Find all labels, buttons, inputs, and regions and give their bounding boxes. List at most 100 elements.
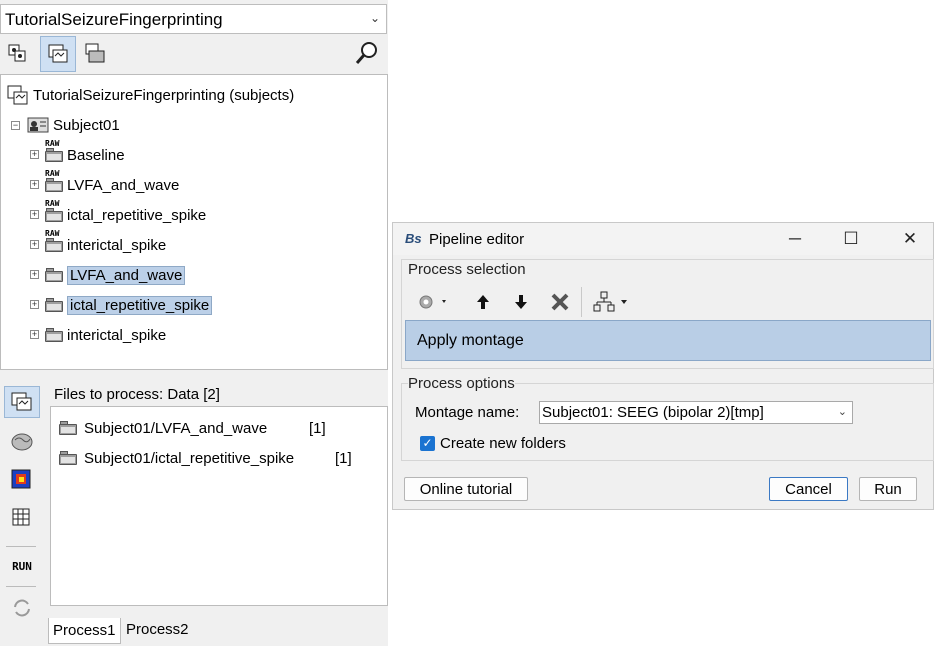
divider: [6, 586, 36, 587]
raw-tag: RAW: [45, 169, 60, 178]
studies-view-icon: [85, 43, 105, 63]
raw-tag: RAW: [45, 229, 60, 238]
tree-condition-item[interactable]: LVFA_and_wave: [45, 263, 186, 287]
create-folders-checkbox[interactable]: ✓: [420, 436, 435, 451]
folder-icon: [45, 298, 63, 312]
expand-icon[interactable]: +: [30, 180, 39, 189]
timefreq-filter-button[interactable]: [4, 464, 40, 496]
expand-icon[interactable]: +: [30, 330, 39, 339]
raw-tag: RAW: [45, 139, 60, 148]
sources-filter-button[interactable]: [4, 426, 40, 458]
pipeline-tree-icon: [593, 291, 627, 312]
expand-icon[interactable]: +: [30, 210, 39, 219]
recordings-filter-button[interactable]: [4, 386, 40, 418]
montage-name-dropdown[interactable]: Subject01: SEEG (bipolar 2)[tmp] ⌄: [539, 401, 853, 424]
tree-condition-item[interactable]: RAW LVFA_and_wave: [45, 169, 180, 197]
folder-icon: [59, 421, 77, 435]
subject-icon: [27, 117, 49, 133]
run-button[interactable]: RUN: [4, 550, 40, 582]
collapse-icon[interactable]: −: [11, 121, 20, 130]
arrow-up-icon: [477, 295, 489, 309]
expand-icon[interactable]: +: [30, 270, 39, 279]
move-down-button[interactable]: [509, 290, 533, 314]
brainstorm-main-panel: TutorialSeizureFingerprinting ⌄ Tutorial…: [0, 0, 388, 646]
file-count: [1]: [309, 419, 326, 437]
process-options-label: Process options: [408, 375, 515, 392]
minimize-button[interactable]: ─: [775, 227, 815, 251]
tree-subject-label: Subject01: [53, 116, 120, 134]
chevron-down-icon: ⌄: [837, 406, 847, 418]
selected-process-item[interactable]: Apply montage: [417, 332, 524, 350]
files-to-process-list[interactable]: Subject01/LVFA_and_wave [1] Subject01/icta…: [50, 406, 388, 606]
tree-condition-label: ictal_repetitive_spike: [67, 206, 207, 224]
studies-view-button[interactable]: [80, 38, 110, 68]
tree-condition-label: interictal_spike: [67, 326, 167, 344]
tab-process2[interactable]: Process2: [122, 617, 193, 641]
subjects-view-button[interactable]: [4, 38, 34, 68]
move-up-button[interactable]: [471, 290, 495, 314]
close-button[interactable]: ✕: [890, 227, 930, 251]
tree-condition-label: Baseline: [67, 146, 125, 164]
tree-condition-label: LVFA_and_wave: [67, 265, 186, 285]
process-selection-label: Process selection: [408, 261, 526, 278]
folder-icon: [45, 328, 63, 342]
functional-view-icon: [48, 44, 68, 63]
tree-subject[interactable]: Subject01: [27, 113, 120, 137]
raw-tag: RAW: [45, 199, 60, 208]
pipeline-editor-dialog: Bs Pipeline editor ─ ☐ ✕ Process selecti…: [392, 222, 934, 510]
folder-icon: [59, 451, 77, 465]
tree-root[interactable]: TutorialSeizureFingerprinting (subjects): [7, 83, 294, 107]
tree-condition-item[interactable]: RAW interictal_spike: [45, 229, 167, 257]
gear-icon: [419, 295, 446, 309]
run-button[interactable]: Run: [859, 477, 917, 501]
file-path: Subject01/ictal_repetitive_spike: [84, 449, 295, 467]
raw-folder-icon: RAW: [45, 139, 63, 162]
protocol-icon: [7, 85, 28, 105]
raw-folder-icon: RAW: [45, 169, 63, 192]
brain-icon: [11, 433, 33, 451]
tree-root-label: TutorialSeizureFingerprinting (subjects): [33, 86, 295, 104]
delete-process-button[interactable]: [547, 290, 573, 314]
tree-condition-item[interactable]: RAW Baseline: [45, 139, 125, 167]
tree-condition-label: interictal_spike: [67, 236, 167, 254]
protocol-dropdown[interactable]: TutorialSeizureFingerprinting ⌄: [0, 4, 387, 34]
online-tutorial-button[interactable]: Online tutorial: [404, 477, 528, 501]
add-process-button[interactable]: [413, 290, 453, 314]
tree-condition-label: LVFA_and_wave: [67, 176, 180, 194]
process-list[interactable]: Apply montage: [405, 320, 931, 361]
database-tree: TutorialSeizureFingerprinting (subjects)…: [0, 74, 388, 370]
tab-process1[interactable]: Process1: [48, 618, 121, 644]
subjects-view-icon: [8, 44, 26, 62]
tree-condition-item[interactable]: interictal_spike: [45, 323, 166, 347]
maximize-button[interactable]: ☐: [831, 227, 871, 251]
montage-name-value: Subject01: SEEG (bipolar 2)[tmp]: [542, 404, 764, 421]
expand-icon[interactable]: +: [30, 240, 39, 249]
toolbar-separator: [581, 287, 582, 317]
search-button[interactable]: [352, 38, 382, 68]
file-list-item[interactable]: Subject01/ictal_repetitive_spike [1]: [59, 447, 379, 469]
reload-button[interactable]: [4, 592, 40, 624]
divider: [6, 546, 36, 547]
files-to-process-header: Files to process: Data [2]: [54, 386, 220, 403]
dialog-titlebar[interactable]: Bs Pipeline editor ─ ☐ ✕: [393, 223, 933, 255]
file-list-item[interactable]: Subject01/LVFA_and_wave [1]: [59, 417, 379, 439]
create-folders-label: Create new folders: [440, 435, 566, 452]
chevron-down-icon: ⌄: [369, 11, 380, 25]
expand-icon[interactable]: +: [30, 150, 39, 159]
functional-view-button[interactable]: [40, 36, 76, 72]
montage-name-label: Montage name:: [415, 404, 520, 421]
brainstorm-logo-icon: Bs: [405, 231, 422, 246]
tree-condition-item[interactable]: ictal_repetitive_spike: [45, 293, 213, 317]
file-count: [1]: [335, 449, 352, 467]
recordings-icon: [11, 392, 32, 411]
matrix-filter-button[interactable]: [4, 502, 40, 534]
file-path: Subject01/LVFA_and_wave: [84, 419, 268, 437]
timefreq-icon: [11, 469, 31, 489]
pipeline-menu-button[interactable]: [591, 290, 633, 314]
tree-condition-label: ictal_repetitive_spike: [67, 295, 213, 315]
expand-icon[interactable]: +: [30, 300, 39, 309]
cancel-button[interactable]: Cancel: [769, 477, 848, 501]
delete-x-icon: [551, 293, 569, 311]
dialog-title: Pipeline editor: [429, 231, 525, 248]
tree-condition-item[interactable]: RAW ictal_repetitive_spike: [45, 199, 207, 227]
